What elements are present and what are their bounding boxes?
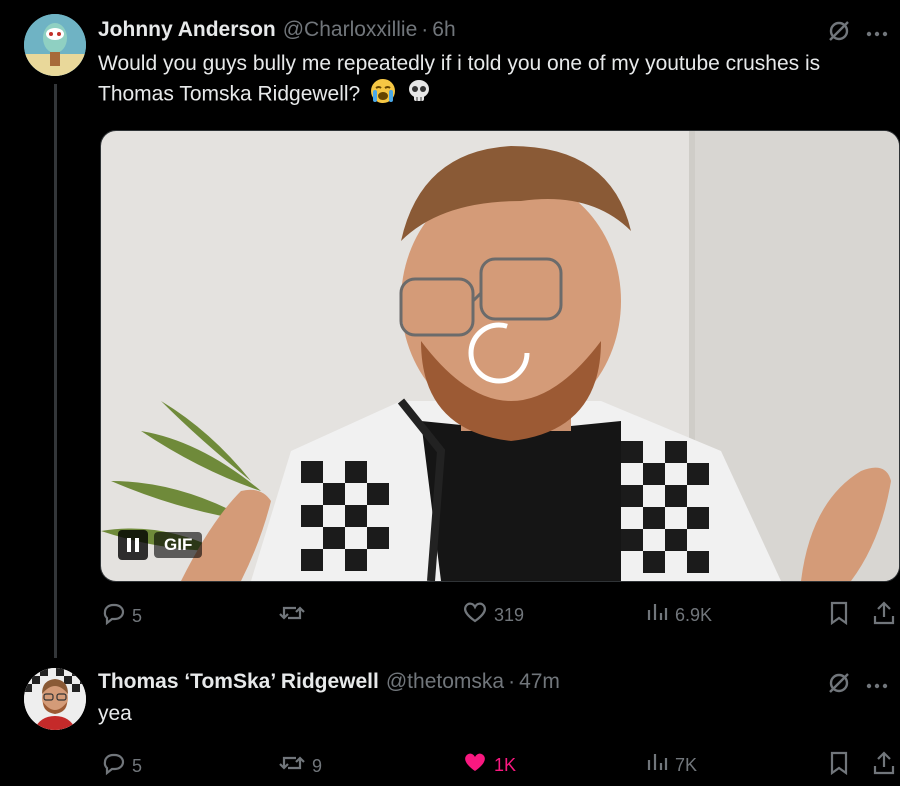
views-button[interactable]: 6.9K (645, 600, 712, 629)
pause-icon[interactable] (118, 530, 148, 560)
share-button[interactable] (872, 750, 896, 781)
more-icon[interactable] (866, 25, 888, 43)
tweet-action-bar: 5 319 6.9K (100, 600, 898, 632)
tweet-gif-media[interactable] (100, 130, 900, 582)
reply-top-actions (826, 670, 888, 701)
gif-frame-illustration (101, 131, 899, 581)
author-handle[interactable]: @Charloxxillie (283, 18, 418, 42)
share-icon (872, 600, 896, 631)
bookmark-button[interactable] (828, 750, 850, 781)
reply-icon (100, 750, 126, 781)
tweet-text: Would you guys bully me repeatedly if i … (98, 50, 898, 112)
gif-label: GIF (154, 532, 203, 558)
gif-badge: GIF (118, 530, 203, 560)
like-icon (462, 750, 488, 779)
like-icon (462, 600, 488, 629)
like-count: 1K (494, 754, 517, 775)
repost-button[interactable] (278, 600, 312, 631)
repost-count: 9 (312, 755, 323, 776)
avatar[interactable] (24, 14, 86, 76)
views-icon (645, 750, 669, 779)
like-button[interactable]: 319 (462, 600, 524, 629)
thread-connector-line (54, 84, 57, 658)
repost-icon (278, 750, 306, 781)
reply-count: 5 (132, 755, 143, 776)
tweet-top-actions (826, 18, 888, 49)
author-name[interactable]: Thomas ‘TomSka’ Ridgewell (98, 670, 379, 694)
author-name[interactable]: Johnny Anderson (98, 18, 276, 42)
views-button[interactable]: 7K (645, 750, 697, 779)
reply-button[interactable]: 5 (100, 600, 142, 631)
reply-icon (100, 600, 126, 631)
author-handle[interactable]: @thetomska (386, 670, 504, 694)
skull-emoji-icon (406, 78, 432, 112)
like-button[interactable]: 1K (462, 750, 516, 779)
reply-count: 5 (132, 605, 143, 626)
avatar[interactable] (24, 668, 86, 730)
reply-header: Thomas ‘TomSka’ Ridgewell @thetomska · 4… (98, 670, 560, 694)
share-icon (872, 750, 896, 781)
separator-dot: · (508, 670, 516, 693)
reply-button[interactable]: 5 (100, 750, 142, 781)
separator-dot: · (421, 18, 429, 41)
share-button[interactable] (872, 600, 896, 631)
bookmark-button[interactable] (828, 600, 850, 631)
grok-icon[interactable] (826, 670, 852, 701)
repost-button[interactable]: 9 (278, 750, 322, 781)
reply-action-bar: 5 9 1K 7K (100, 750, 898, 782)
grok-icon[interactable] (826, 18, 852, 49)
more-icon[interactable] (866, 677, 888, 695)
timestamp[interactable]: 6h (432, 18, 455, 42)
bookmark-icon (828, 750, 850, 781)
crying-face-emoji-icon (370, 78, 396, 112)
tweet-header: Johnny Anderson @Charloxxillie · 6h (98, 18, 456, 42)
views-count: 7K (675, 754, 698, 775)
repost-icon (278, 600, 306, 631)
reply-text: yea (98, 702, 132, 725)
views-count: 6.9K (675, 604, 713, 625)
tweet-text-content: Would you guys bully me repeatedly if i … (98, 52, 821, 106)
like-count: 319 (494, 604, 525, 625)
timestamp[interactable]: 47m (519, 670, 560, 694)
bookmark-icon (828, 600, 850, 631)
views-icon (645, 600, 669, 629)
